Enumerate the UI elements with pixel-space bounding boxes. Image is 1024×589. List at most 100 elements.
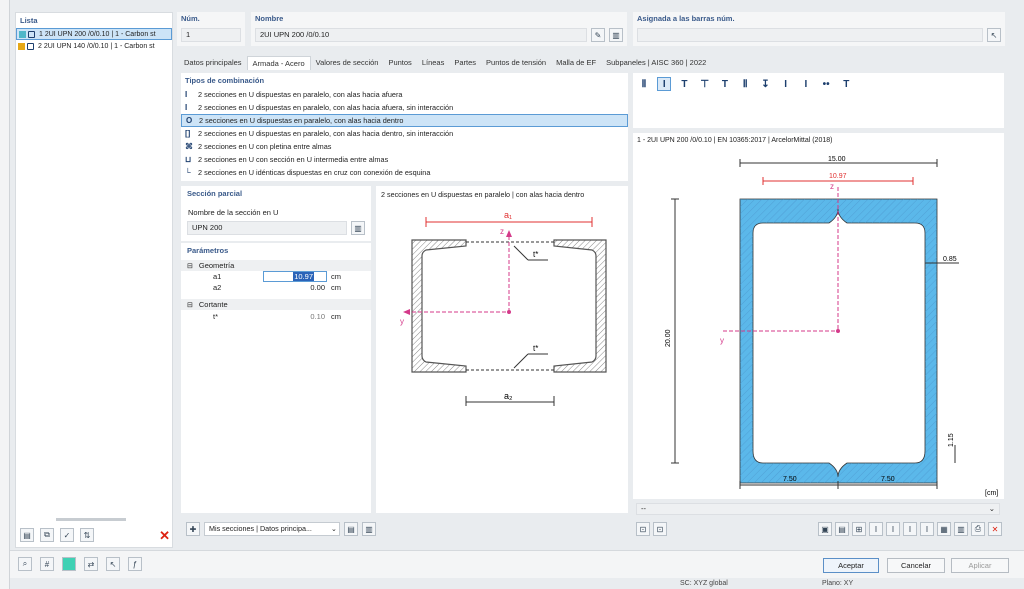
cancelar-button[interactable]: Cancelar [887,558,945,573]
geometria-row[interactable]: ⊟ Geometría [181,260,371,271]
section-library-icon[interactable]: ▥ [351,221,365,235]
tab-8[interactable]: Subpaneles | AISC 360 | 2022 [601,56,711,70]
tab-5[interactable]: Partes [449,56,481,70]
color-icon[interactable] [62,557,76,571]
delete-icon[interactable]: ✕ [159,528,170,544]
cortante-row[interactable]: ⊟ Cortante [181,299,371,310]
num-field[interactable]: 1 [181,28,241,42]
tab-3[interactable]: Puntos [383,56,416,70]
tsection3-icon[interactable]: T [718,77,732,91]
snap2-icon[interactable]: ⊡ [653,522,667,536]
print-preview-icon[interactable]: ▤ [835,522,849,536]
frame-icon[interactable]: ⊞ [852,522,866,536]
check-icon[interactable]: ✓ [60,528,74,542]
combination-type-option[interactable]: [] 2 secciones en U dispuestas en paralel… [181,127,628,140]
combination-type-option[interactable]: O 2 secciones en U dispuestas en paralelo… [181,114,628,127]
collapse-icon[interactable]: ⊟ [187,262,193,270]
collapse-icon[interactable]: ⊟ [187,301,193,309]
num-group: Núm. 1 [177,12,245,46]
dim-right-label: 7.50 [881,476,895,483]
tsection2-icon[interactable]: ⊤ [698,77,712,91]
list-item-label: 2 2UI UPN 140 /0/0.10 | 1 - Carbon st [38,42,155,50]
section-icon [27,42,34,50]
table-icon[interactable]: ▥ [954,522,968,536]
asignada-field[interactable] [637,28,983,42]
ttop-icon[interactable]: T [839,77,853,91]
new-section-icon[interactable]: ▤ [20,528,34,542]
aceptar-button[interactable]: Aceptar [823,558,879,573]
aplicar-button[interactable]: Aplicar [951,558,1009,573]
combination-type-icon: └ [185,168,191,177]
combination-type-option[interactable]: ⌘ 2 secciones en U con pletina entre alma… [181,140,628,153]
tab-1[interactable]: Armada - Acero [246,56,311,70]
function-icon[interactable]: ƒ [128,557,142,571]
t-value[interactable]: 0.10 [263,312,327,321]
select-icon[interactable]: ↖ [106,557,120,571]
combination-type-label: 2 secciones en U dispuestas en paralelo,… [198,129,454,138]
drawing-status-select[interactable]: -- ⌄ [636,503,1000,515]
combination-type-label: 2 secciones en U dispuestas en paralelo,… [198,103,454,112]
a2-label: a2 [213,283,222,292]
list-scrollbar[interactable] [56,518,126,521]
tab-2[interactable]: Valores de sección [311,56,384,70]
dim-top-label: 15.00 [828,156,846,163]
ischeme-icon[interactable]: Ⅱ [637,77,651,91]
load-section-icon[interactable]: ▥ [362,522,376,536]
save-section-icon[interactable]: ▤ [344,522,358,536]
drawing-status-text: -- [641,504,646,513]
combination-type-option[interactable]: └ 2 secciones en U idénticas dispuestas e… [181,166,628,179]
arrow-down-icon[interactable]: ↧ [758,77,772,91]
combination-type-option[interactable]: I 2 secciones en U dispuestas en paralelo… [181,88,628,101]
list-header: Lista [20,16,38,25]
number-icon[interactable]: # [40,557,54,571]
ibeam4-icon[interactable]: I [920,522,934,536]
list-item-label: 1 2UI UPN 200 /0/0.10 | 1 - Carbon st [39,30,156,38]
list-item[interactable]: 1 2UI UPN 200 /0/0.10 | 1 - Carbon st [16,28,172,40]
chevron-down-icon: ⌄ [988,504,995,513]
drawing-title: 1 - 2UI UPN 200 /0/0.10 | EN 10365:2017 … [637,137,833,144]
view-icon[interactable]: ▣ [818,522,832,536]
tab-0[interactable]: Datos principales [179,56,247,70]
combination-type-option[interactable]: I 2 secciones en U dispuestas en paralelo… [181,101,628,114]
combination-type-icon: I [185,90,188,99]
tab-4[interactable]: Líneas [417,56,450,70]
list-item[interactable]: 2 2UI UPN 140 /0/0.10 | 1 - Carbon st [16,40,172,52]
copy-section-icon[interactable]: ⧉ [40,528,54,542]
snap-icon[interactable]: ⊡ [636,522,650,536]
close-view-icon[interactable]: ✕ [988,522,1002,536]
nombre-label: Nombre [255,14,284,23]
ibeam-icon[interactable]: I [869,522,883,536]
sketch-diagram: a₁ z y t* t* a₂ [400,210,607,406]
tab-6[interactable]: Puntos de tensión [481,56,551,70]
edit-icon[interactable]: ✎ [591,28,605,42]
beam2-icon[interactable]: I [799,77,813,91]
t-label: t* [213,311,219,321]
grid-icon[interactable]: ▦ [937,522,951,536]
mis-secciones-select[interactable]: Mis secciones | Datos principa... ⌄ [204,522,340,536]
nombre-field[interactable]: 2UI UPN 200 /0/0.10 [255,28,587,42]
sketch-t1-label: t* [533,250,538,259]
beam-icon[interactable]: I [779,77,793,91]
pin-icon[interactable]: ✚ [186,522,200,536]
tipos-panel: Tipos de combinación I 2 secciones en U d… [181,73,628,181]
a1-row: a1 10.97 cm [181,271,371,282]
tsection-icon[interactable]: T [677,77,691,91]
ibeam3-icon[interactable]: I [903,522,917,536]
transfer-icon[interactable]: ⇄ [84,557,98,571]
ibeam2-icon[interactable]: I [886,522,900,536]
select-bars-icon[interactable]: ↖ [987,28,1001,42]
tab-7[interactable]: Malla de EF [551,56,601,70]
library-icon[interactable]: ▥ [609,28,623,42]
channel-icon[interactable]: Ⅱ [738,77,752,91]
section-drawing: z y 15.00 10.97 20.00 0.85 1.15 7.50 7.5… [665,156,998,497]
a2-value[interactable]: 0.00 [263,283,327,292]
search-icon[interactable]: ⌕ [18,557,32,571]
a1-input[interactable]: 10.97 [263,271,327,282]
dots-icon[interactable]: •• [819,77,833,91]
seccion-name-field[interactable]: UPN 200 [187,221,347,235]
ischeme-selected-icon[interactable]: I [657,77,672,91]
print-icon[interactable]: ⎙ [971,522,985,536]
sort-icon[interactable]: ⇅ [80,528,94,542]
parametros-panel: Parámetros ⊟ Geometría a1 10.97 cm a2 0.… [181,243,371,513]
combination-type-option[interactable]: ⊔ 2 secciones en U con sección en U inter… [181,153,628,166]
